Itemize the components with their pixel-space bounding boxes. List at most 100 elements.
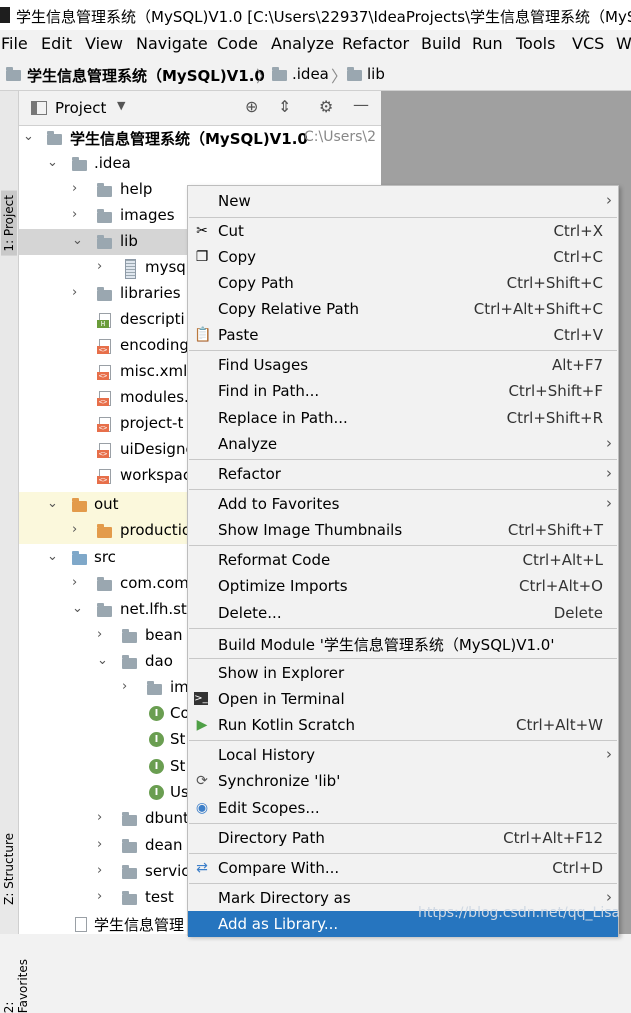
chevron-down-icon[interactable]: ⌄ (47, 549, 58, 564)
package-icon (122, 629, 137, 643)
menu-edit[interactable]: Edit (41, 34, 72, 53)
chevron-down-icon[interactable]: ⌄ (47, 496, 58, 511)
menu-item-copy[interactable]: ❐ Copy Ctrl+C (188, 244, 618, 270)
menu-file[interactable]: File (1, 34, 28, 53)
menu-item-edit-scopes[interactable]: ◉ Edit Scopes... (188, 795, 618, 821)
menu-refactor[interactable]: Refactor (342, 34, 409, 53)
folder-icon (272, 67, 287, 81)
gear-icon[interactable]: ⚙ (319, 97, 333, 116)
tree-label: src (94, 548, 116, 566)
breadcrumb-idea[interactable]: .idea (292, 65, 329, 83)
menu-item-synchronize[interactable]: ⟳ Synchronize 'lib' (188, 768, 618, 794)
chevron-down-icon[interactable]: ⌄ (23, 129, 34, 144)
run-icon: ▶ (196, 717, 208, 733)
menu-item-label: Run Kotlin Scratch (218, 716, 356, 734)
menu-code[interactable]: Code (217, 34, 258, 53)
menu-item-find-usages[interactable]: Find Usages Alt+F7 (188, 352, 618, 378)
menu-item-label: Show Image Thumbnails (218, 521, 403, 539)
menu-item-new[interactable]: New › (188, 188, 618, 214)
menu-analyze[interactable]: Analyze (271, 34, 334, 53)
menu-separator (189, 628, 617, 629)
project-folder-icon (6, 67, 21, 81)
tree-label: im (170, 678, 189, 696)
menu-separator (189, 823, 617, 824)
menu-item-show-in-explorer[interactable]: Show in Explorer (188, 660, 618, 686)
chevron-right-icon[interactable]: › (72, 181, 77, 196)
menu-item-cut[interactable]: ✂ Cut Ctrl+X (188, 218, 618, 244)
menu-tools[interactable]: Tools (516, 34, 555, 53)
chevron-right-icon[interactable]: › (97, 837, 102, 852)
menu-item-shortcut: Ctrl+D (552, 859, 603, 877)
chevron-right-icon[interactable]: › (72, 285, 77, 300)
folder-icon (97, 183, 112, 197)
chevron-right-icon[interactable]: › (97, 863, 102, 878)
menu-item-show-image-thumbnails[interactable]: Show Image Thumbnails Ctrl+Shift+T (188, 517, 618, 543)
menu-item-label: Refactor (218, 465, 281, 483)
collapse-all-icon[interactable]: ⇕ (278, 97, 291, 116)
menu-item-copy-path[interactable]: Copy Path Ctrl+Shift+C (188, 270, 618, 296)
menu-item-shortcut: Ctrl+Alt+Shift+C (473, 300, 603, 318)
menu-separator (189, 545, 617, 546)
chevron-down-icon[interactable]: ⌄ (72, 233, 83, 248)
menu-item-label: Local History (218, 746, 316, 764)
tree-label: 学生信息管理系统（MySQL)V1.0 (70, 130, 308, 148)
xml-file-icon: <> (97, 443, 111, 458)
menu-item-compare-with[interactable]: ⇄ Compare With... Ctrl+D (188, 855, 618, 881)
chevron-right-icon[interactable]: › (97, 889, 102, 904)
chevron-right-icon[interactable]: › (122, 679, 127, 694)
chevron-down-icon[interactable]: ⌄ (97, 653, 108, 668)
menu-item-paste[interactable]: 📋 Paste Ctrl+V (188, 322, 618, 348)
menu-item-run-kotlin-scratch[interactable]: ▶ Run Kotlin Scratch Ctrl+Alt+W (188, 712, 618, 738)
chevron-right-icon[interactable]: › (72, 522, 77, 537)
submenu-arrow-icon: › (606, 494, 612, 512)
menu-item-optimize-imports[interactable]: Optimize Imports Ctrl+Alt+O (188, 573, 618, 599)
chevron-down-icon[interactable]: ⌄ (72, 601, 83, 616)
menu-window[interactable]: W (616, 34, 631, 53)
menu-item-open-in-terminal[interactable]: >_ Open in Terminal (188, 686, 618, 712)
tool-tab-favorites[interactable]: 2: Favorites (2, 959, 30, 1013)
menu-item-replace-in-path[interactable]: Replace in Path... Ctrl+Shift+R (188, 405, 618, 431)
menu-item-add-to-favorites[interactable]: Add to Favorites › (188, 491, 618, 517)
menu-build[interactable]: Build (421, 34, 461, 53)
breadcrumb-lib[interactable]: lib (367, 65, 385, 83)
menu-item-label: Add to Favorites (218, 495, 340, 513)
menu-item-refactor[interactable]: Refactor › (188, 461, 618, 487)
chevron-right-icon[interactable]: › (97, 627, 102, 642)
menu-item-copy-relative-path[interactable]: Copy Relative Path Ctrl+Alt+Shift+C (188, 296, 618, 322)
tree-row-project-root[interactable]: ⌄ 学生信息管理系统（MySQL)V1.0 C:\Users\2 (19, 125, 381, 151)
menu-item-shortcut: Ctrl+X (553, 222, 603, 240)
menu-navigate[interactable]: Navigate (136, 34, 208, 53)
menu-item-find-in-path[interactable]: Find in Path... Ctrl+Shift+F (188, 378, 618, 404)
minimize-icon[interactable]: — (353, 95, 369, 114)
chevron-right-icon[interactable]: › (72, 575, 77, 590)
menu-item-reformat-code[interactable]: Reformat Code Ctrl+Alt+L (188, 547, 618, 573)
chevron-right-icon[interactable]: › (72, 207, 77, 222)
tool-tab-structure[interactable]: Z: Structure (2, 833, 16, 905)
tool-tab-project[interactable]: 1: Project (1, 191, 17, 256)
menu-item-local-history[interactable]: Local History › (188, 742, 618, 768)
menu-item-directory-path[interactable]: Directory Path Ctrl+Alt+F12 (188, 825, 618, 851)
module-folder-icon (47, 131, 62, 145)
menu-vcs[interactable]: VCS (572, 34, 604, 53)
menu-item-build-module[interactable]: Build Module '学生信息管理系统（MySQL)V1.0' (188, 630, 618, 656)
menu-separator (189, 350, 617, 351)
chevron-right-icon[interactable]: › (97, 810, 102, 825)
tree-label: Us (170, 783, 189, 801)
menu-item-delete[interactable]: Delete... Delete (188, 600, 618, 626)
tree-row-idea[interactable]: ⌄ .idea (19, 151, 381, 177)
tree-label: com.com (120, 574, 189, 592)
chevron-down-icon[interactable]: ⌄ (47, 155, 58, 170)
project-panel-title[interactable]: Project (55, 99, 106, 117)
menu-run[interactable]: Run (472, 34, 503, 53)
menu-view[interactable]: View (85, 34, 123, 53)
menu-item-shortcut: Ctrl+Shift+T (507, 521, 603, 539)
menu-item-shortcut: Ctrl+V (553, 326, 603, 344)
chevron-right-icon[interactable]: › (97, 259, 102, 274)
locate-icon[interactable]: ⊕ (245, 97, 258, 116)
folder-icon (72, 157, 87, 171)
breadcrumb-project[interactable]: 学生信息管理系统（MySQL)V1.0 (27, 65, 265, 86)
paste-icon: 📋 (194, 327, 212, 343)
menu-item-label: Mark Directory as (218, 889, 351, 907)
menu-item-analyze[interactable]: Analyze › (188, 431, 618, 457)
chevron-down-icon[interactable]: ▼ (117, 99, 125, 112)
